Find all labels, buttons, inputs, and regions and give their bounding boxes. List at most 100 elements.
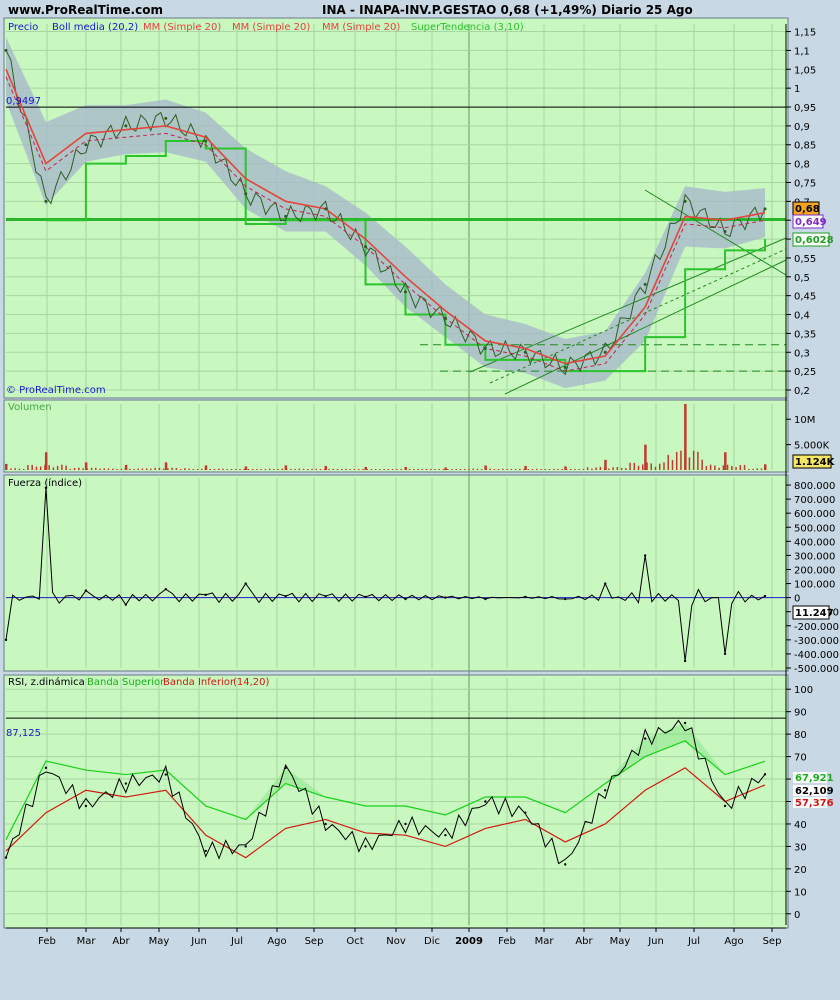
volume-filler-bar bbox=[425, 469, 428, 470]
volume-filler-bar bbox=[353, 469, 356, 470]
rsi-y-tick-label: 10 bbox=[794, 887, 807, 898]
volume-bar bbox=[164, 462, 168, 470]
fuerza-point bbox=[404, 597, 407, 601]
fuerza-point bbox=[763, 594, 767, 598]
rsi-y-tick-label: 90 bbox=[794, 708, 807, 719]
y-tick-label: 0,9 bbox=[794, 122, 810, 133]
volume-filler-bar bbox=[383, 469, 385, 470]
x-tick-label: Jun bbox=[190, 936, 207, 947]
vol-y-tick-label: 10M bbox=[794, 415, 815, 426]
x-tick-label: Ago bbox=[724, 936, 743, 947]
rsi-point bbox=[44, 766, 48, 770]
price-point bbox=[403, 290, 407, 294]
rsi-point bbox=[324, 822, 327, 826]
rsi-point bbox=[643, 737, 647, 740]
volume-filler-bar bbox=[493, 468, 496, 470]
fuerza-y-tick-label: -400.000 bbox=[794, 650, 839, 661]
legend-boll: Boll media (20,2) bbox=[52, 22, 138, 33]
rsi-point bbox=[604, 789, 607, 792]
volume-bar bbox=[484, 465, 487, 470]
volume-filler-bar bbox=[116, 469, 118, 470]
volume-filler-bar bbox=[319, 469, 322, 470]
volume-filler-bar bbox=[548, 469, 551, 470]
volume-filler-bar bbox=[574, 469, 576, 470]
fuerza-point bbox=[164, 587, 167, 591]
chart-canvas: Feb Mar Abr May Jun Jul Ago Sep Oct Nov Dic 2009 Feb… bbox=[3, 17, 839, 947]
volume-filler-bar bbox=[675, 451, 678, 470]
volume-filler-bar bbox=[315, 468, 318, 470]
fuerza-point bbox=[284, 595, 287, 598]
badge-st: 0,6028 bbox=[795, 235, 834, 246]
fuerza-point bbox=[723, 652, 727, 656]
volume-filler-bar bbox=[629, 462, 631, 470]
y-tick-label: 0,25 bbox=[794, 367, 816, 378]
volume-filler-bar bbox=[663, 462, 665, 470]
rsi-point bbox=[124, 782, 128, 785]
volume-bar bbox=[524, 465, 527, 470]
volume-filler-bar bbox=[52, 467, 55, 470]
rsi-badges: 67,921 62,109 57,376 bbox=[793, 772, 834, 809]
volume-filler-bar bbox=[413, 469, 415, 470]
price-point bbox=[324, 207, 328, 211]
volume-filler-bar bbox=[654, 466, 657, 470]
volume-filler-bar bbox=[281, 468, 284, 470]
volume-bar bbox=[244, 466, 248, 470]
fuerza-y-tick-label: 700.000 bbox=[794, 495, 835, 506]
volume-filler-bar bbox=[489, 468, 491, 470]
volume-filler-bar bbox=[95, 467, 97, 470]
volume-filler-bar bbox=[35, 466, 38, 470]
price-point bbox=[364, 245, 368, 249]
fuerza-badge: 11.247 bbox=[792, 605, 834, 620]
volume-filler-bar bbox=[294, 468, 296, 470]
price-point bbox=[483, 346, 487, 350]
volume-filler-bar bbox=[544, 469, 547, 470]
x-tick-label: Mar bbox=[535, 936, 555, 947]
volume-filler-bar bbox=[735, 467, 737, 470]
volume-filler-bar bbox=[218, 468, 220, 470]
price-point bbox=[643, 282, 647, 286]
volume-bar bbox=[324, 465, 328, 470]
fuerza-point bbox=[84, 589, 88, 592]
volume-filler-bar bbox=[658, 463, 661, 470]
rsi-y-tick-label: 20 bbox=[794, 865, 807, 876]
rsi-legend-lower: Banda Inferior bbox=[163, 677, 235, 688]
rsi-y-tick-label: 0 bbox=[794, 910, 800, 921]
rsi-legend-main: RSI, z.dinámica bbox=[8, 676, 85, 688]
volume-filler-bar bbox=[234, 468, 237, 470]
price-point bbox=[723, 230, 727, 234]
volume-filler-bar bbox=[103, 468, 106, 470]
fuerza-y-tick-label: 400.000 bbox=[794, 537, 835, 548]
volume-filler-bar bbox=[201, 468, 203, 470]
volume-filler-bar bbox=[557, 469, 559, 470]
volume-filler-bar bbox=[196, 469, 199, 470]
volume-filler-bar bbox=[247, 469, 250, 470]
price-point bbox=[443, 316, 447, 320]
volume-filler-bar bbox=[442, 469, 445, 470]
volume-filler-bar bbox=[209, 469, 212, 470]
volume-bar bbox=[124, 464, 128, 470]
volume-filler-bar bbox=[697, 451, 699, 470]
fuerza-y-tick-label: 200.000 bbox=[794, 565, 835, 576]
fuerza-y-tick-label: 0 bbox=[794, 594, 800, 605]
volume-filler-bar bbox=[332, 468, 334, 470]
volume-filler-bar bbox=[31, 464, 33, 470]
fuerza-y-tick-label: -200.000 bbox=[794, 622, 839, 633]
x-tick-label: Mar bbox=[77, 936, 97, 947]
volume-filler-bar bbox=[290, 469, 292, 470]
x-tick-label: May bbox=[149, 936, 170, 947]
volume-filler-bar bbox=[739, 465, 742, 470]
volume-bar bbox=[644, 444, 647, 470]
badge-last: 0,68 bbox=[795, 204, 820, 215]
volume-filler-bar bbox=[260, 469, 262, 470]
x-tick-label: Feb bbox=[498, 936, 516, 947]
y-tick-label: 0,2 bbox=[794, 386, 810, 397]
volume-bar bbox=[84, 462, 88, 470]
volume-filler-bar bbox=[722, 465, 725, 470]
volume-filler-bar bbox=[222, 468, 224, 470]
volume-filler-bar bbox=[10, 468, 12, 470]
y-tick-label: 0,3 bbox=[794, 348, 810, 359]
volume-filler-bar bbox=[27, 465, 29, 470]
volume-filler-bar bbox=[468, 468, 470, 470]
fuerza-point bbox=[524, 595, 527, 599]
fuerza-badge-text: 11.247 bbox=[795, 608, 834, 619]
